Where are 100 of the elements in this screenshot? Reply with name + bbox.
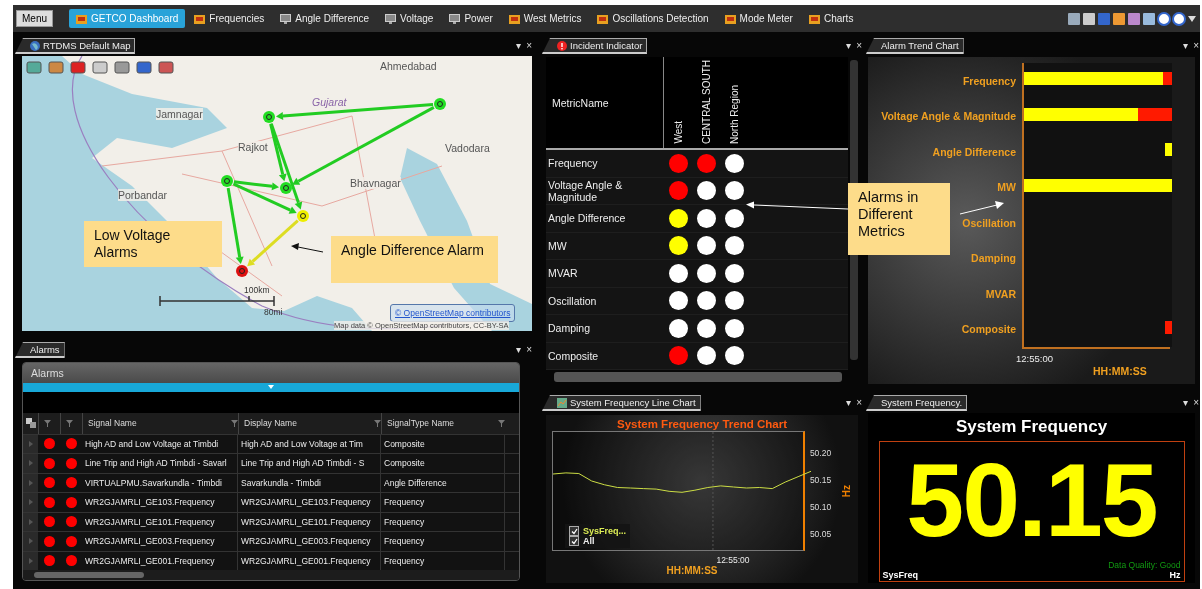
folder-icon (724, 13, 736, 24)
monitor-icon (280, 13, 292, 24)
map-tool-icon[interactable] (70, 60, 86, 75)
table-cell: Composite (381, 434, 505, 454)
toolbar-icon[interactable] (1112, 11, 1126, 26)
toolbar-icon[interactable] (1082, 11, 1096, 26)
dashboard-tab[interactable]: Voltage (378, 9, 441, 28)
dashboard-tab[interactable]: Oscillations Detection (590, 9, 716, 28)
column-header: CENTRAL SOUTH (700, 59, 712, 146)
filter-icon[interactable] (44, 419, 51, 427)
map-node[interactable] (221, 175, 233, 187)
legend-checkbox[interactable] (569, 526, 579, 536)
dashboard-tab[interactable]: West Metrics (501, 9, 589, 28)
data-quality-label: Data Quality: Good (1108, 560, 1181, 570)
map-tool-icon[interactable] (114, 60, 130, 75)
table-cell: Angle Difference (381, 473, 505, 493)
close-button[interactable]: × (1193, 398, 1199, 408)
dashboard-tab[interactable]: Charts (801, 9, 861, 28)
dropdown-button[interactable]: ▾ (1183, 41, 1189, 51)
table-cell: Line Trip and High AD Timbdi - Savarl (82, 454, 238, 473)
horizontal-scrollbar[interactable] (23, 570, 519, 580)
table-cell: High AD and Low Voltage at Timbdi (82, 434, 238, 454)
table-cell: WR2GJAMRLI_GE101.Frequency (238, 512, 381, 532)
chart-icon (557, 397, 567, 408)
metric-label: MW (996, 181, 1017, 194)
map-node[interactable] (297, 210, 309, 222)
gauge-title: System Frequency (955, 417, 1108, 437)
dashboard-tab[interactable]: Frequencies (187, 9, 272, 28)
toolbar-icon[interactable] (1067, 11, 1081, 26)
panel-tab[interactable]: Alarms (15, 341, 65, 358)
place-label: Rajkot (238, 141, 268, 153)
pointer-arrow (290, 242, 324, 254)
dashboard-tab[interactable]: Angle Difference (273, 9, 377, 28)
column-header[interactable]: Signal Name (88, 418, 137, 429)
panel-tab[interactable]: RTDMS Default Map (15, 38, 136, 54)
filter-icon[interactable] (498, 419, 505, 427)
map-node[interactable] (280, 182, 292, 194)
panel-tab[interactable]: System Frequency. (866, 395, 968, 411)
grid-menu-icon[interactable] (25, 418, 36, 429)
dropdown-button[interactable]: ▾ (516, 41, 522, 51)
map-node[interactable] (263, 111, 275, 123)
filter-icon[interactable] (231, 419, 238, 427)
dropdown-button[interactable]: ▾ (516, 344, 522, 355)
filter-icon[interactable] (374, 419, 381, 427)
scale-label: 80mi (264, 307, 283, 317)
dashboard-tab[interactable]: Mode Meter (717, 9, 800, 28)
dropdown-button[interactable]: ▾ (1183, 398, 1189, 408)
filter-icon[interactable] (66, 419, 73, 427)
pointer-arrow (959, 201, 1005, 215)
callout-note: Angle Difference Alarm (331, 236, 498, 283)
axis-tick-label: 50.10 (809, 502, 832, 515)
table-cell: WR2GJAMRLI_GE003.Frequency (238, 532, 381, 551)
panel-tab[interactable]: Incident Indicator (542, 38, 648, 54)
table-cell: WR2GJAMRLI_GE101.Frequency (82, 512, 238, 532)
column-header[interactable]: SignalType Name (387, 418, 455, 429)
place-label: Gujarat (312, 96, 347, 108)
column-header[interactable]: Display Name (244, 418, 297, 429)
metric-name: Voltage Angle & Magnitude (547, 178, 624, 203)
metric-name: Damping (547, 322, 592, 335)
map-tool-icon[interactable] (136, 60, 152, 75)
metric-label: Angle Difference (931, 145, 1017, 158)
group-panel-bar[interactable] (23, 382, 519, 392)
grid-title: Alarms (23, 362, 519, 383)
map-tool-icon[interactable] (92, 60, 108, 75)
place-label: Ahmedabad (380, 60, 437, 72)
axis-tick-label: 12:55:00 (1016, 353, 1054, 364)
legend-label: All (583, 536, 595, 546)
axis-tick-label: 50.05 (809, 529, 832, 541)
horizontal-scrollbar[interactable] (554, 372, 842, 382)
scale-label: 100km (244, 285, 270, 295)
legend-label: SysFreq... (583, 526, 627, 536)
dropdown-icon[interactable] (1187, 14, 1197, 23)
toolbar-icon[interactable] (1157, 11, 1171, 26)
toolbar-icon[interactable] (1142, 11, 1156, 26)
dashboard-tab[interactable]: Power (442, 9, 500, 28)
column-header: MetricName (552, 96, 609, 109)
panel-tab[interactable]: Alarm Trend Chart (866, 38, 964, 54)
folder-icon (597, 13, 609, 24)
menu-button[interactable]: Menu (16, 10, 53, 27)
map-tool-icon[interactable] (48, 60, 64, 75)
dropdown-button[interactable]: ▾ (846, 41, 852, 51)
map-tool-icon[interactable] (158, 60, 174, 75)
dropdown-button[interactable]: ▾ (846, 398, 852, 408)
metric-label: Frequency (961, 74, 1017, 87)
panel-tab[interactable]: System Frequency Line Chart (542, 395, 701, 411)
signal-label: SysFreq (882, 570, 919, 580)
close-button[interactable]: × (856, 398, 862, 408)
metric-name: MVAR (547, 267, 579, 280)
close-button[interactable]: × (526, 41, 532, 51)
map-node[interactable] (236, 265, 248, 277)
legend-checkbox[interactable] (569, 536, 579, 546)
globe-icon (30, 40, 40, 51)
chart-title: System Frequency Trend Chart (617, 418, 787, 430)
map-tool-icon[interactable] (26, 60, 42, 75)
close-button[interactable]: × (526, 344, 532, 355)
map-node[interactable] (434, 98, 446, 110)
toolbar-icon[interactable] (1172, 11, 1186, 26)
close-button[interactable]: × (1193, 41, 1199, 51)
close-button[interactable]: × (856, 41, 862, 51)
axis-tick-label: 50.15 (809, 475, 832, 488)
